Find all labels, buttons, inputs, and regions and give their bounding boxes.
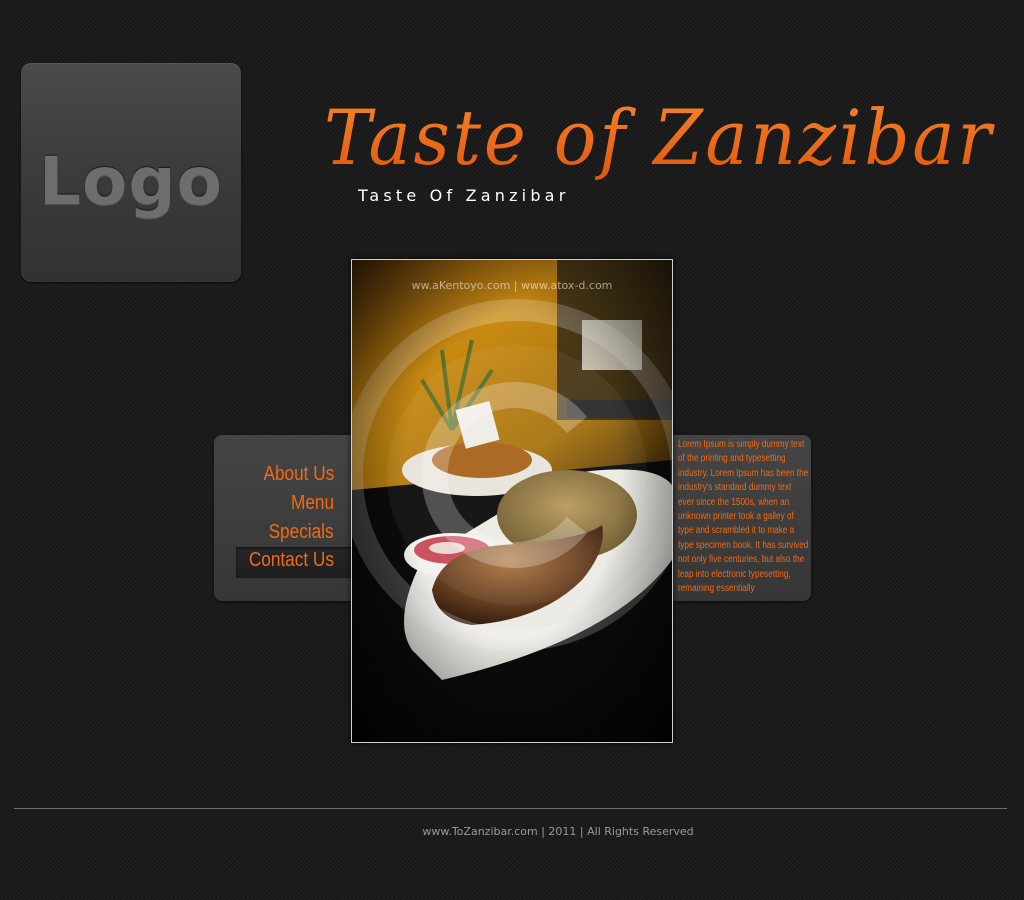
main-navigation: About Us Menu Specials Contact Us — [214, 435, 374, 601]
logo-text: Logo — [39, 143, 223, 220]
food-photo-image — [352, 260, 672, 742]
footer-copyright: www.ToZanzibar.com | 2011 | All Rights R… — [422, 825, 694, 838]
site-title-wordmark: Taste of Zanzibar — [324, 93, 996, 182]
food-photo: ww.aKentoyo.com | www.atox-d.com — [351, 259, 673, 743]
content-text-panel: Lorem Ipsum is simply dummy text of the … — [652, 435, 811, 601]
site-title: Taste of Zanzibar — [318, 86, 1008, 186]
logo-placeholder[interactable]: Logo — [21, 63, 241, 282]
tagline: Taste Of Zanzibar — [358, 186, 570, 205]
footer-divider — [14, 808, 1007, 809]
nav-item-menu[interactable]: Menu — [291, 492, 334, 515]
nav-item-contact-us[interactable]: Contact Us — [249, 549, 334, 572]
photo-watermark: ww.aKentoyo.com | www.atox-d.com — [411, 279, 613, 292]
nav-item-about-us[interactable]: About Us — [263, 463, 334, 486]
nav-item-specials[interactable]: Specials — [269, 521, 334, 544]
site-title-text: Taste of Zanzibar — [324, 93, 996, 182]
content-paragraph: Lorem Ipsum is simply dummy text of the … — [678, 439, 809, 595]
